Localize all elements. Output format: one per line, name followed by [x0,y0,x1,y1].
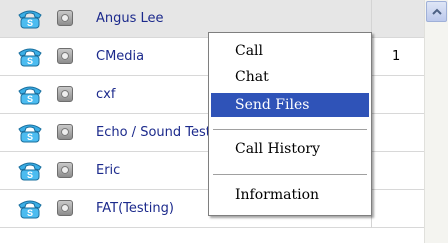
svg-text:S: S [27,170,33,180]
contact-name: FAT(Testing) [96,201,174,216]
skype-phone-icon[interactable]: S [17,196,43,220]
contact-name: Angus Lee [96,11,164,26]
contact-name: CMedia [96,49,145,64]
contact-name: cxf [96,87,116,102]
offline-status-icon [57,48,73,64]
skype-phone-icon[interactable]: S [17,158,43,182]
menu-item-call-history[interactable]: Call History [211,137,369,161]
menu-separator [213,174,367,176]
skype-phone-icon[interactable]: S [17,120,43,144]
offline-status-icon [57,86,73,102]
skype-phone-icon[interactable]: S [17,82,43,106]
vertical-scrollbar[interactable] [424,0,448,243]
menu-separator [213,129,367,131]
skype-phone-icon[interactable]: S [17,6,43,30]
svg-text:S: S [27,18,33,28]
svg-text:S: S [27,208,33,218]
menu-item-information[interactable]: Information [211,183,369,207]
offline-status-icon [57,200,73,216]
menu-item-send-files[interactable]: Send Files [211,93,369,117]
contact-name: Eric [96,163,121,178]
menu-item-chat[interactable]: Chat [211,65,369,89]
svg-text:S: S [27,56,33,66]
svg-text:S: S [27,132,33,142]
menu-item-call[interactable]: Call [211,39,369,63]
offline-status-icon [57,10,73,26]
unread-count: 1 [392,49,401,64]
chevron-up-icon [432,8,442,15]
offline-status-icon [57,162,73,178]
svg-text:S: S [27,94,33,104]
scroll-up-button[interactable] [426,1,447,22]
offline-status-icon [57,124,73,140]
context-menu: Call Chat Send Files Call History Inform… [208,32,372,216]
skype-phone-icon[interactable]: S [17,44,43,68]
